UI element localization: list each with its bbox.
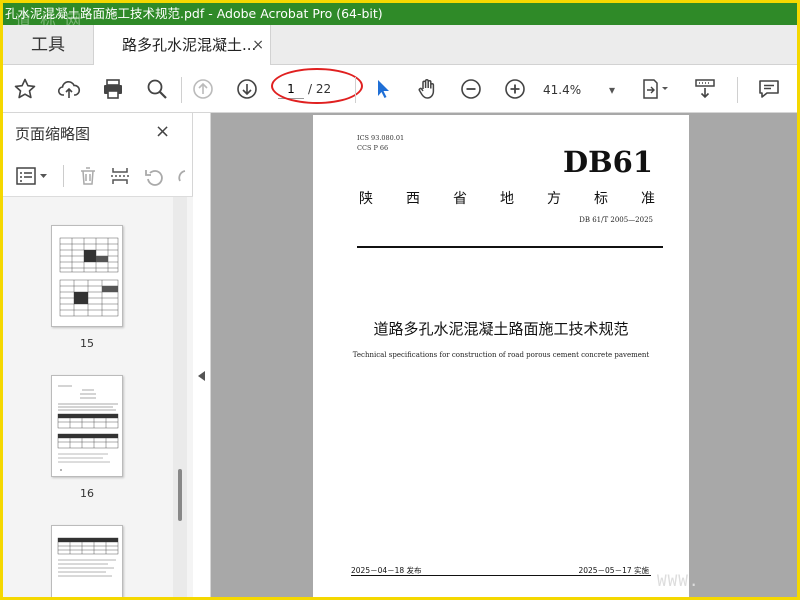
panel-toolbar (3, 155, 193, 197)
fit-page-button[interactable] (637, 75, 673, 103)
main-toolbar: / 22 41.4% ▾ (3, 65, 797, 113)
select-cursor-icon (378, 80, 389, 98)
panel-close-icon[interactable]: × (155, 121, 170, 142)
panel-collapse-strip[interactable] (193, 113, 211, 597)
heading-char: 准 (641, 191, 655, 207)
scroll-mode-button[interactable] (691, 75, 719, 103)
heading-char: 陕 (359, 191, 373, 207)
hand-tool-button[interactable] (413, 75, 441, 103)
find-button[interactable] (143, 75, 171, 103)
ics-code-block: ICS 93.080.01 CCS P 66 (357, 133, 404, 153)
page-thumbnail[interactable] (51, 225, 123, 327)
chevron-down-icon: ▾ (608, 83, 615, 97)
province-standard-heading: 陕 西 省 地 方 标 准 (359, 188, 655, 208)
scroll-mode-icon (695, 79, 715, 99)
app-window: 孔水泥混凝土路面施工技术规范.pdf - Adobe Acrobat Pro (… (3, 3, 797, 597)
page-thumbnail[interactable] (51, 375, 123, 477)
tab-document-label: 路多孔水泥混凝土... (122, 36, 257, 54)
thumbnail-preview (57, 385, 119, 471)
undo-icon[interactable] (143, 165, 165, 187)
panel-toolbar-separator (63, 165, 64, 187)
header-rule (357, 246, 663, 248)
thumbnail-options-icon[interactable] (15, 165, 49, 187)
next-page-button[interactable] (233, 75, 261, 103)
zoom-out-button[interactable] (457, 75, 485, 103)
star-icon (14, 78, 36, 99)
trash-icon[interactable] (77, 165, 99, 187)
ics-code: ICS 93.080.01 (357, 134, 405, 142)
select-tool-button[interactable] (369, 75, 397, 103)
standard-code: DB61 (562, 145, 653, 179)
heading-char: 地 (500, 191, 514, 207)
pdf-page: ICS 93.080.01 CCS P 66 DB61 陕 西 省 地 方 标 … (313, 115, 689, 597)
bottom-watermark: WWW. (657, 571, 700, 590)
document-title-en: Technical specifications for constructio… (352, 351, 650, 359)
page-thumbnail[interactable] (51, 525, 123, 597)
tab-bar: 工具 路多孔水泥混凝土... × (3, 25, 797, 66)
extract-pages-icon[interactable] (109, 165, 131, 187)
tab-tools[interactable]: 工具 (3, 25, 93, 65)
bookmark-star-button[interactable] (11, 75, 39, 103)
panel-title: 页面缩略图 (15, 125, 91, 143)
tab-document[interactable]: 路多孔水泥混凝土... × (93, 25, 271, 66)
document-view[interactable]: ICS 93.080.01 CCS P 66 DB61 陕 西 省 地 方 标 … (211, 113, 797, 597)
zoom-value: 41.4% (543, 83, 582, 97)
thumbnail-panel: 页面缩略图 × 15 16 (3, 113, 193, 597)
scrollbar-thumb[interactable] (178, 469, 182, 521)
page-down-icon (237, 79, 257, 99)
zoom-out-icon (461, 79, 481, 99)
zoom-in-icon (505, 79, 525, 99)
heading-char: 标 (594, 191, 608, 207)
tab-close-icon[interactable]: × (252, 25, 264, 65)
heading-char: 省 (453, 191, 467, 207)
thumbnail-preview (57, 537, 119, 577)
upload-button[interactable] (55, 75, 83, 103)
redo-icon[interactable] (177, 165, 187, 187)
thumbnail-scrollbar[interactable] (173, 197, 187, 597)
previous-page-button[interactable] (189, 75, 217, 103)
comment-button[interactable] (755, 75, 783, 103)
thumbnail-page-number: 15 (80, 337, 94, 350)
zoom-select[interactable]: 41.4% ▾ (543, 79, 615, 101)
zoom-in-button[interactable] (501, 75, 529, 103)
page-up-icon (193, 79, 213, 99)
thumbnail-page-number: 16 (80, 487, 94, 500)
comment-icon (759, 80, 779, 98)
annotation-ellipse (271, 68, 363, 104)
thumbnail-preview (59, 237, 119, 317)
collapse-arrow-icon[interactable] (198, 371, 205, 381)
search-icon (147, 79, 167, 99)
standard-number: DB 61/T 2005—2025 (579, 216, 653, 224)
print-button[interactable] (99, 75, 127, 103)
footer-rule (351, 575, 651, 576)
print-icon (104, 79, 122, 99)
fit-page-icon (643, 79, 668, 99)
heading-char: 西 (406, 191, 420, 207)
hand-tool-icon (418, 79, 435, 99)
title-bar: 孔水泥混凝土路面施工技术规范.pdf - Adobe Acrobat Pro (… (3, 3, 797, 25)
toolbar-separator (355, 77, 356, 103)
thumbnail-list[interactable]: 15 16 (3, 197, 193, 597)
document-title-cn: 道路多孔水泥混凝土路面施工技术规范 (373, 320, 629, 338)
ccs-code: CCS P 66 (357, 144, 389, 152)
upload-cloud-icon (57, 81, 81, 98)
toolbar-separator (181, 77, 182, 103)
heading-char: 方 (547, 191, 561, 207)
toolbar-separator (737, 77, 738, 103)
